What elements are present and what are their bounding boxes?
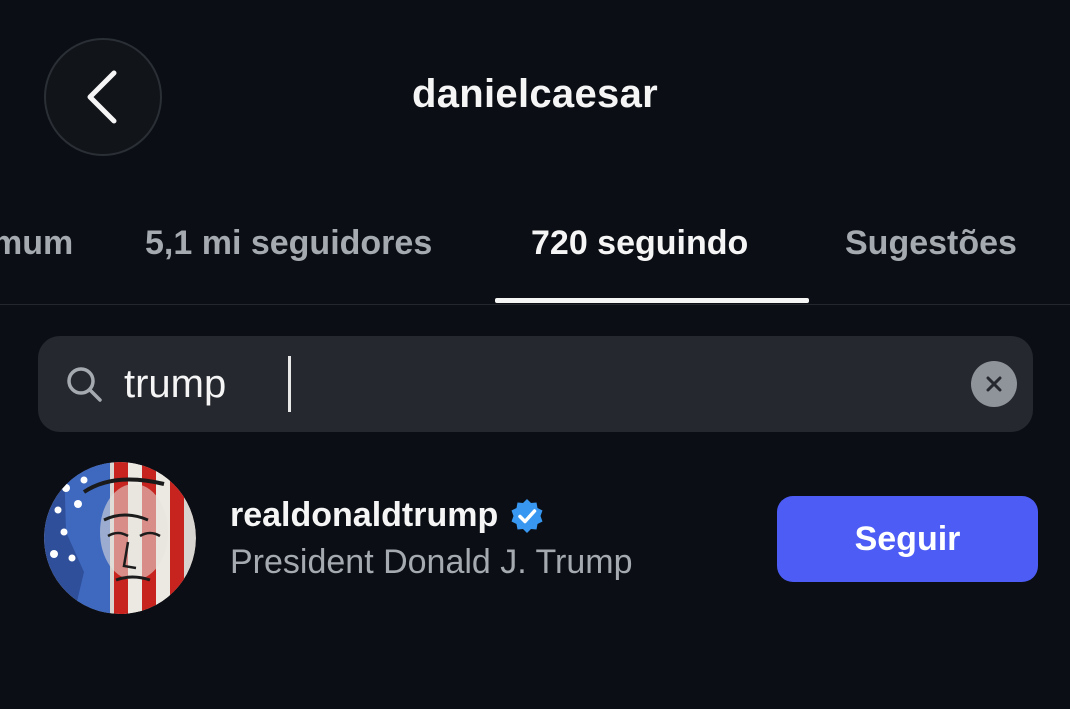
search-input[interactable] (124, 354, 944, 414)
following-screen: danielcaesar mum 5,1 mi seguidores 720 s… (0, 0, 1070, 709)
tab-suggestions[interactable]: Sugestões (845, 224, 1017, 263)
avatar[interactable] (44, 462, 196, 614)
text-cursor (288, 356, 291, 412)
active-tab-indicator (495, 298, 809, 303)
clear-search-button[interactable] (971, 361, 1017, 407)
close-icon (986, 376, 1002, 392)
verified-badge-icon (511, 498, 543, 533)
search-icon (67, 367, 102, 402)
search-bar[interactable] (38, 336, 1033, 432)
tab-mutual[interactable]: mum (0, 224, 73, 263)
profile-picture (44, 462, 196, 614)
page-title: danielcaesar (412, 72, 658, 116)
username[interactable]: realdonaldtrump (230, 496, 498, 535)
full-name: President Donald J. Trump (230, 543, 633, 581)
tab-followers[interactable]: 5,1 mi seguidores (145, 224, 432, 263)
list-item[interactable]: realdonaldtrump President Donald J. Trum… (0, 460, 1070, 620)
tab-bar: mum 5,1 mi seguidores 720 seguindo Suges… (0, 200, 1070, 305)
follow-button[interactable]: Seguir (777, 496, 1038, 582)
tab-following[interactable]: 720 seguindo (531, 224, 748, 263)
username-row: realdonaldtrump (230, 496, 546, 535)
